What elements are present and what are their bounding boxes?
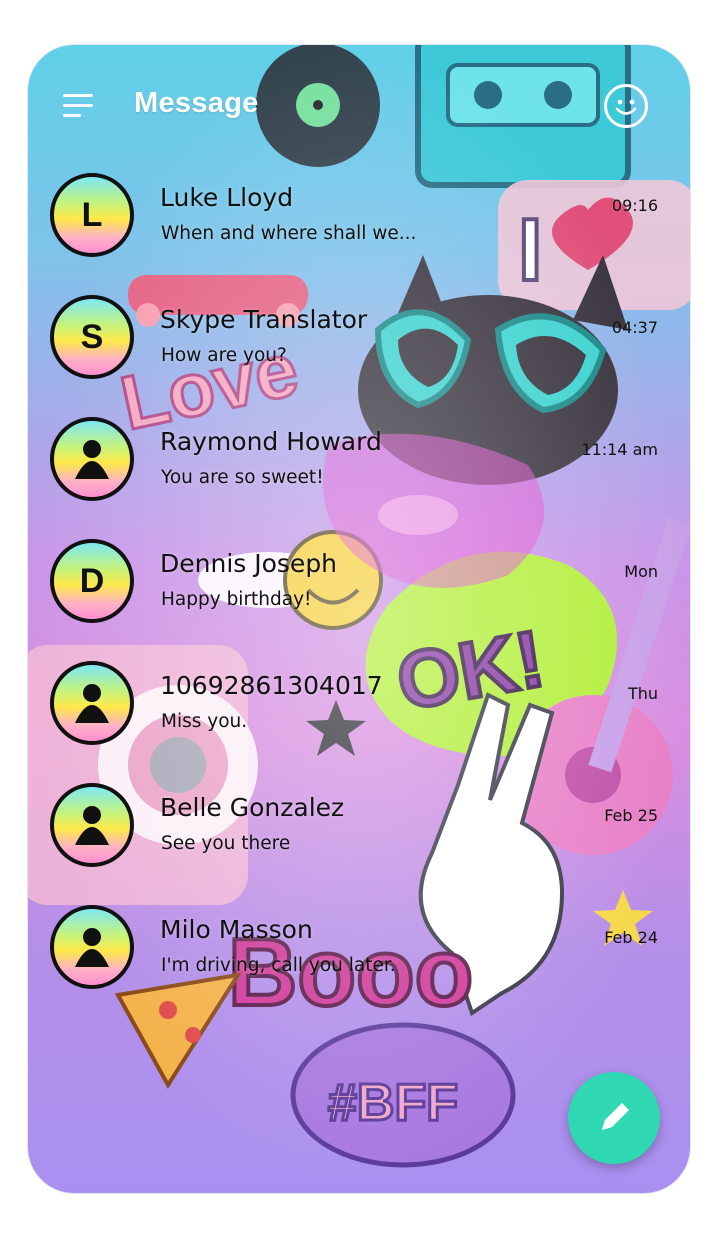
contact-avatar: [50, 661, 134, 745]
conversation-row[interactable]: S Skype Translator How are you? 04:37: [28, 295, 690, 415]
hamburger-menu-icon[interactable]: [63, 94, 95, 118]
contact-name: Dennis Joseph: [160, 549, 338, 578]
pencil-compose-icon: [602, 1103, 629, 1130]
avatar-letter: D: [79, 561, 105, 600]
message-snippet: Miss you.: [161, 711, 248, 732]
contact-avatar: [50, 783, 134, 867]
contact-avatar: [50, 905, 134, 989]
avatar-letter: L: [81, 195, 103, 234]
message-time: Feb 25: [604, 806, 658, 825]
contact-avatar: D: [50, 539, 134, 623]
person-icon: [75, 684, 109, 723]
contact-name: Milo Masson: [160, 915, 313, 944]
message-time: Mon: [624, 562, 658, 581]
contact-avatar: [50, 417, 134, 501]
message-snippet: Happy birthday!: [161, 589, 312, 610]
contact-name: Luke Lloyd: [160, 183, 294, 212]
contact-avatar: L: [50, 173, 134, 257]
contact-avatar: S: [50, 295, 134, 379]
conversation-row[interactable]: 10692861304017 Miss you. Thu: [28, 661, 690, 781]
message-time: Thu: [627, 684, 658, 703]
message-time: 04:37: [611, 318, 658, 337]
message-time: 09:16: [611, 196, 658, 215]
person-icon: [75, 928, 109, 967]
compose-button[interactable]: [568, 1072, 660, 1164]
smiley-face-icon[interactable]: [604, 84, 648, 128]
person-icon: [75, 806, 109, 845]
contact-name: 10692861304017: [160, 671, 383, 700]
message-time: Feb 24: [604, 928, 658, 947]
conversation-row[interactable]: D Dennis Joseph Happy birthday! Mon: [28, 539, 690, 659]
app-header: Message: [28, 45, 690, 165]
message-snippet: You are so sweet!: [161, 467, 324, 488]
contact-name: Skype Translator: [160, 305, 368, 334]
avatar-letter: S: [80, 317, 104, 356]
message-snippet: I'm driving, call you later.: [161, 955, 396, 976]
conversation-row[interactable]: Milo Masson I'm driving, call you later.…: [28, 905, 690, 1025]
message-snippet: How are you?: [161, 345, 287, 366]
conversation-row[interactable]: Raymond Howard You are so sweet! 11:14 a…: [28, 417, 690, 537]
person-icon: [75, 440, 109, 479]
page-title: Message: [134, 87, 259, 119]
contact-name: Belle Gonzalez: [160, 793, 345, 822]
phone-screen: I Love OK!: [28, 45, 690, 1193]
message-snippet: See you there: [161, 833, 291, 854]
conversation-row[interactable]: L Luke Lloyd When and where shall we... …: [28, 173, 690, 293]
message-snippet: When and where shall we...: [161, 223, 417, 244]
message-time: 11:14 am: [581, 440, 658, 459]
contact-name: Raymond Howard: [160, 427, 382, 456]
conversation-row[interactable]: Belle Gonzalez See you there Feb 25: [28, 783, 690, 903]
